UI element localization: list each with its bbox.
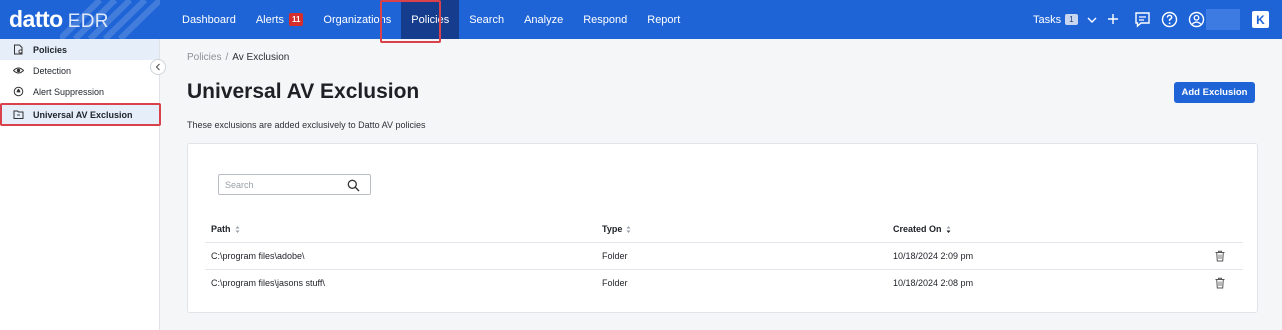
nav-search[interactable]: Search — [459, 0, 514, 39]
add-icon[interactable] — [1104, 10, 1122, 28]
sidebar-item-policies[interactable]: Policies — [0, 39, 159, 60]
column-header-created-on[interactable]: Created On — [893, 224, 951, 234]
eye-icon — [13, 65, 24, 76]
page-title: Universal AV Exclusion — [187, 80, 420, 103]
product-name: EDR — [67, 11, 109, 32]
sidebar-item-label: Policies — [33, 44, 68, 55]
kaseya-icon[interactable]: K — [1252, 11, 1269, 28]
nav-label: Report — [647, 13, 681, 26]
nav-label: Organizations — [323, 13, 392, 26]
cell-type: Folder — [602, 278, 628, 288]
cell-created-on: 10/18/2024 2:08 pm — [893, 278, 974, 288]
breadcrumb: Policies / Av Exclusion — [187, 52, 289, 63]
nav-dashboard[interactable]: Dashboard — [172, 0, 246, 39]
row-divider — [205, 269, 1243, 270]
nav-report[interactable]: Report — [637, 0, 690, 39]
header-divider — [205, 242, 1243, 243]
folder-icon — [13, 109, 24, 120]
add-exclusion-button[interactable]: Add Exclusion — [1174, 82, 1255, 103]
search-input[interactable] — [225, 179, 345, 190]
nav-label: Policies — [411, 13, 450, 26]
sidebar-item-label: Detection — [33, 65, 72, 76]
alerts-count-badge: 11 — [288, 13, 304, 26]
delete-icon[interactable] — [1214, 277, 1226, 289]
nav-label: Dashboard — [182, 13, 236, 26]
sort-icon — [626, 225, 631, 233]
nav-label: Respond — [583, 13, 628, 26]
column-label: Type — [602, 224, 623, 234]
sidebar-item-detection[interactable]: Detection — [0, 60, 159, 81]
help-icon[interactable] — [1160, 10, 1178, 28]
policy-icon — [13, 44, 24, 55]
cell-created-on: 10/18/2024 2:09 pm — [893, 251, 974, 261]
sort-icon — [235, 225, 240, 233]
user-name-redacted[interactable] — [1206, 9, 1240, 30]
search-icon[interactable] — [347, 179, 360, 192]
chevron-down-icon — [1087, 17, 1097, 23]
nav-label: Search — [469, 13, 505, 26]
suppression-icon — [13, 86, 24, 97]
sidebar-item-alert-suppression[interactable]: Alert Suppression — [0, 81, 159, 102]
tasks-label: Tasks — [1033, 13, 1062, 26]
column-header-path[interactable]: Path — [211, 224, 240, 234]
user-icon[interactable] — [1187, 10, 1205, 28]
tasks-dropdown[interactable]: Tasks 1 — [1033, 0, 1098, 39]
top-navigation-bar: datto EDR Dashboard Alerts 11 Organizati… — [0, 0, 1282, 39]
sidebar-item-universal-av-exclusion[interactable]: Universal AV Exclusion — [0, 104, 159, 125]
sidebar-collapse-button[interactable] — [150, 59, 166, 75]
search-field[interactable] — [218, 174, 371, 195]
chevron-left-icon — [155, 63, 160, 71]
main-nav: Dashboard Alerts 11 Organizations Polici… — [172, 0, 690, 39]
column-label: Created On — [893, 224, 942, 234]
column-header-type[interactable]: Type — [602, 224, 631, 234]
breadcrumb-parent-link[interactable]: Policies — [187, 52, 221, 63]
nav-alerts[interactable]: Alerts 11 — [246, 0, 314, 39]
nav-respond[interactable]: Respond — [573, 0, 637, 39]
datto-logo-text: datto — [9, 6, 63, 32]
nav-policies[interactable]: Policies — [401, 0, 460, 39]
sidebar: Policies Detection Alert Suppression Uni… — [0, 39, 160, 330]
chat-icon[interactable] — [1133, 10, 1151, 28]
exclusions-card: Path Type Created On C:\program files\ad… — [187, 143, 1258, 313]
nav-label: Alerts — [255, 13, 284, 26]
sidebar-item-label: Alert Suppression — [33, 86, 105, 97]
brand-logo[interactable]: datto EDR — [9, 5, 109, 33]
cell-path: C:\program files\adobe\ — [211, 251, 305, 261]
tasks-count-badge: 1 — [1065, 14, 1078, 25]
column-label: Path — [211, 224, 231, 234]
sort-descending-icon — [946, 225, 951, 233]
cell-path: C:\program files\jasons stuff\ — [211, 278, 325, 288]
breadcrumb-separator: / — [225, 52, 229, 63]
nav-label: Analyze — [524, 13, 564, 26]
breadcrumb-current: Av Exclusion — [232, 52, 290, 63]
nav-analyze[interactable]: Analyze — [514, 0, 573, 39]
delete-icon[interactable] — [1214, 250, 1226, 262]
cell-type: Folder — [602, 251, 628, 261]
nav-organizations[interactable]: Organizations — [313, 0, 401, 39]
sidebar-item-label: Universal AV Exclusion — [33, 109, 133, 120]
page-subtitle: These exclusions are added exclusively t… — [187, 120, 426, 130]
